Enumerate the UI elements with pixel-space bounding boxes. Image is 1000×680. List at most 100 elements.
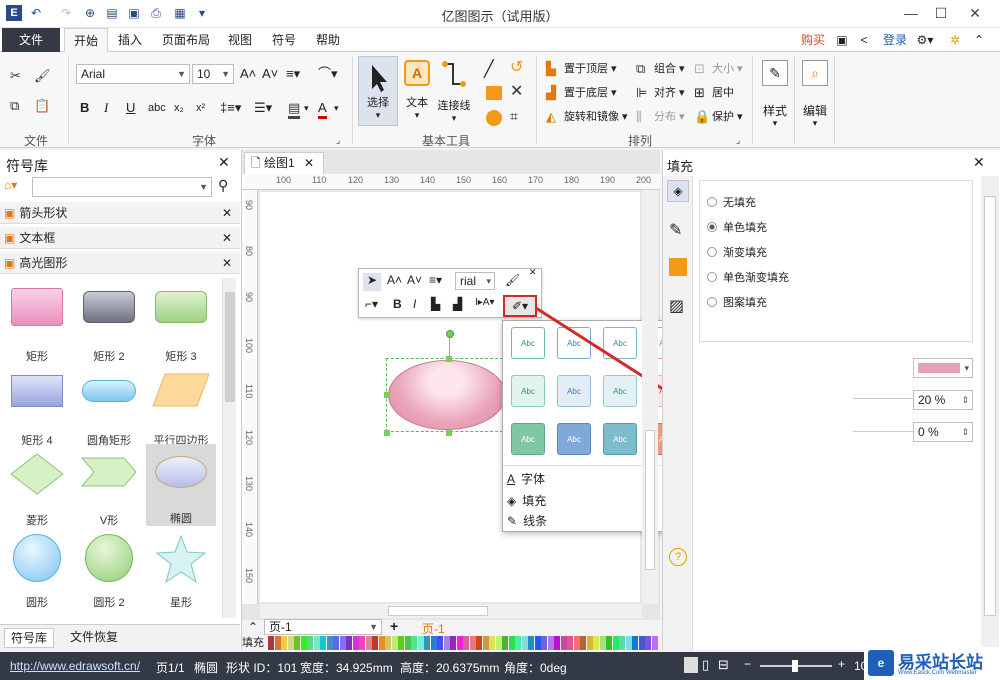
- palette-color[interactable]: [508, 636, 515, 650]
- line-tool-icon[interactable]: ╱: [484, 62, 494, 78]
- shape-chevron[interactable]: V形: [74, 452, 144, 527]
- minimize-button[interactable]: —: [896, 2, 926, 24]
- tab-symbol[interactable]: 符号: [266, 28, 302, 52]
- tab-insert[interactable]: 插入: [112, 28, 148, 52]
- arrange-dialog-launcher-icon[interactable]: ⌟: [736, 132, 740, 148]
- palette-color[interactable]: [612, 636, 619, 650]
- strikethrough-icon[interactable]: abc: [148, 100, 166, 116]
- library-category-textbox[interactable]: ▣ 文本框 ✕: [0, 227, 240, 249]
- palette-color[interactable]: [469, 636, 476, 650]
- ribbon-collapse-icon[interactable]: ⌃: [970, 28, 988, 52]
- tab-help[interactable]: 帮助: [310, 28, 346, 52]
- cut-icon[interactable]: ✂: [10, 68, 21, 84]
- shape-star[interactable]: 星形: [146, 534, 216, 609]
- palette-color[interactable]: [625, 636, 632, 650]
- resize-handle[interactable]: [446, 430, 452, 436]
- mini-bring-front-icon[interactable]: ▙: [431, 297, 440, 311]
- distribute-icon[interactable]: ⫼: [636, 109, 642, 125]
- selected-ellipse-shape[interactable]: [388, 360, 506, 430]
- mini-select-icon[interactable]: ➤: [363, 273, 381, 291]
- bring-to-front-icon[interactable]: ▙: [546, 61, 556, 77]
- subscript-icon[interactable]: x₂: [174, 100, 184, 116]
- palette-color[interactable]: [326, 636, 333, 650]
- library-search-icon[interactable]: ⚲: [218, 177, 228, 194]
- horizontal-scroll-thumb[interactable]: [388, 606, 488, 616]
- palette-color[interactable]: [417, 636, 424, 650]
- select-tool-button[interactable]: 选择 ▾: [358, 56, 398, 126]
- palette-color[interactable]: [534, 636, 541, 650]
- rectangle-tool-icon[interactable]: [486, 86, 502, 100]
- website-link[interactable]: http://www.edrawsoft.cn/: [10, 659, 140, 673]
- image-side-icon[interactable]: ▨: [669, 296, 684, 316]
- theme-icon[interactable]: ✲: [946, 28, 964, 52]
- protect-icon[interactable]: 🔒: [694, 109, 710, 125]
- palette-color[interactable]: [632, 636, 638, 650]
- italic-icon[interactable]: I: [104, 100, 108, 116]
- bullet-list-icon[interactable]: ☰▾: [254, 100, 272, 116]
- mini-bold-icon[interactable]: B: [393, 297, 402, 311]
- library-home-icon[interactable]: ⌂▾: [4, 178, 28, 196]
- palette-color[interactable]: [586, 636, 593, 650]
- account-icon[interactable]: ▣: [834, 28, 850, 52]
- font-family-select[interactable]: Arial ▼: [76, 64, 190, 84]
- palette-color[interactable]: [547, 636, 554, 650]
- curve-tool-icon[interactable]: ↺: [510, 60, 523, 76]
- library-search-input[interactable]: ▼: [32, 177, 212, 197]
- palette-color[interactable]: [274, 636, 281, 650]
- palette-color[interactable]: [450, 636, 456, 650]
- fit-view-icon[interactable]: ▯: [702, 657, 709, 673]
- palette-color[interactable]: [489, 636, 495, 650]
- buy-link[interactable]: 购买: [796, 28, 830, 52]
- palette-color[interactable]: [437, 636, 443, 650]
- highlight-color-icon[interactable]: ▤: [288, 100, 301, 119]
- fill-side-icon[interactable]: ◈: [667, 180, 689, 202]
- fill-option-single-gradient[interactable]: 单色渐变填充: [707, 269, 789, 285]
- palette-color[interactable]: [339, 636, 346, 650]
- library-category-highlight-shapes[interactable]: ▣ 高光图形 ✕: [0, 252, 240, 274]
- fill-option-none[interactable]: 无填充: [707, 194, 756, 210]
- resize-handle[interactable]: [446, 356, 452, 362]
- text-tool-button[interactable]: A 文本 ▾: [400, 58, 434, 126]
- palette-color[interactable]: [268, 636, 274, 650]
- tab-file[interactable]: 文件: [2, 28, 60, 52]
- palette-color[interactable]: [391, 636, 398, 650]
- palette-color[interactable]: [560, 636, 567, 650]
- shape-diamond[interactable]: 菱形: [2, 452, 72, 527]
- palette-color[interactable]: [502, 636, 508, 650]
- mini-send-back-icon[interactable]: ▟: [453, 297, 462, 311]
- resize-handle[interactable]: [384, 430, 390, 436]
- palette-color[interactable]: [580, 636, 586, 650]
- shape-parallelogram[interactable]: 平行四边形: [146, 372, 216, 447]
- document-tab-close-icon[interactable]: ✕: [304, 156, 314, 170]
- palette-color[interactable]: [463, 636, 469, 650]
- line-spacing-icon[interactable]: ≡▾: [286, 66, 300, 82]
- palette-color[interactable]: [424, 636, 430, 650]
- tab-symbol-library[interactable]: 符号库: [4, 628, 54, 648]
- palette-color[interactable]: [365, 636, 372, 650]
- page-tab[interactable]: 页-1: [422, 620, 445, 637]
- palette-color[interactable]: [281, 636, 287, 650]
- shape-rectangle-4[interactable]: 矩形 4: [2, 372, 72, 447]
- palette-color[interactable]: [515, 636, 521, 650]
- tab-page-layout[interactable]: 页面布局: [156, 28, 216, 52]
- zoom-out-icon[interactable]: −: [744, 657, 751, 671]
- tab-file-recovery[interactable]: 文件恢复: [64, 628, 124, 648]
- fill-panel-close-icon[interactable]: ✕: [973, 154, 985, 171]
- mini-grow-font-icon[interactable]: A˄: [387, 273, 402, 287]
- page-view-icon[interactable]: [684, 657, 698, 673]
- font-color-icon[interactable]: A: [318, 100, 327, 119]
- rotate-handle[interactable]: [446, 330, 454, 338]
- font-size-select[interactable]: 10 ▼: [192, 64, 234, 84]
- paste-icon[interactable]: 📋: [34, 98, 50, 114]
- login-link[interactable]: 登录: [878, 28, 912, 52]
- shadow-side-icon[interactable]: [669, 258, 687, 276]
- resize-handle[interactable]: [384, 392, 390, 398]
- underline-icon[interactable]: U: [126, 100, 135, 116]
- palette-color[interactable]: [430, 636, 437, 650]
- connector-tool-button[interactable]: 连接线 ▾: [434, 58, 474, 126]
- palette-color[interactable]: [398, 636, 404, 650]
- shape-rectangle[interactable]: 矩形: [2, 288, 72, 363]
- fill-color-picker[interactable]: ▾: [913, 358, 973, 378]
- palette-color[interactable]: [651, 636, 658, 650]
- palette-color[interactable]: [411, 636, 417, 650]
